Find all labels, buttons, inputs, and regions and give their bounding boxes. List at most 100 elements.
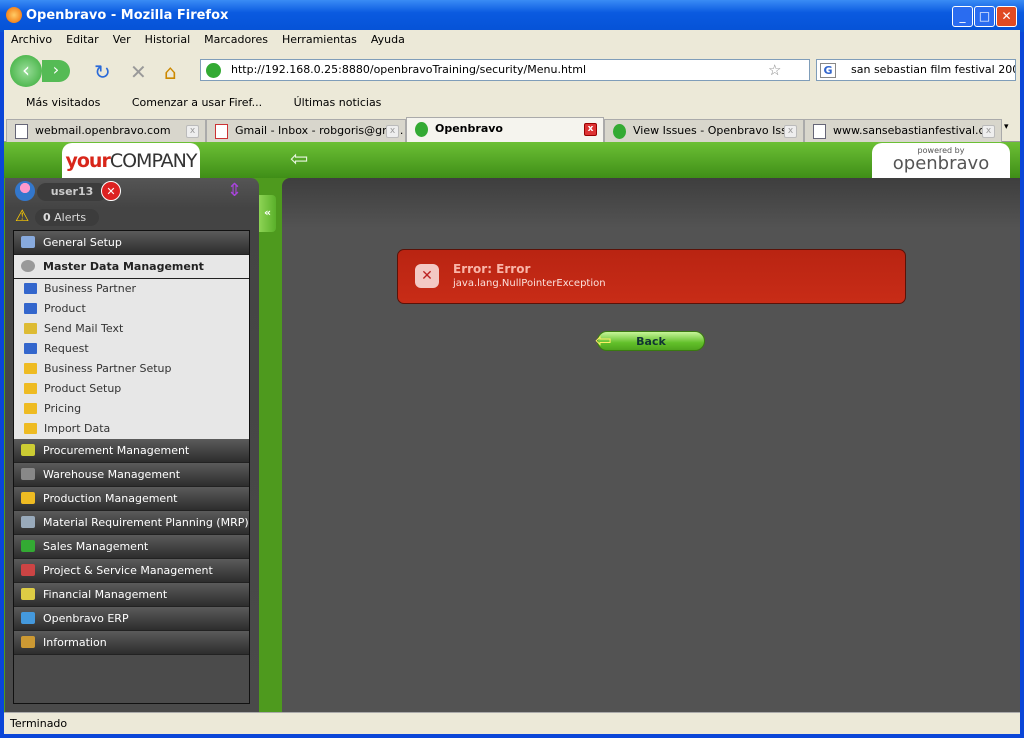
- menu-ayuda[interactable]: Ayuda: [364, 30, 412, 46]
- tab-view-issues[interactable]: View Issues - Openbravo Iss... x: [604, 119, 804, 142]
- openbravo-app: yourCOMPANY ⇦ powered by openbravo user13…: [4, 142, 1020, 712]
- menu-item[interactable]: Send Mail Text: [14, 319, 249, 339]
- computer-settings-icon: [21, 236, 35, 248]
- menu-section-label: Openbravo ERP: [43, 612, 129, 625]
- menu-ver[interactable]: Ver: [106, 30, 138, 46]
- menu-item[interactable]: Business Partner Setup: [14, 359, 249, 379]
- close-tab-icon[interactable]: x: [186, 125, 199, 138]
- menu-section[interactable]: Sales Management: [14, 535, 249, 559]
- warning-icon: ⚠: [15, 206, 30, 225]
- company-logo: yourCOMPANY: [62, 143, 200, 179]
- tab-list-button[interactable]: ▾: [1004, 122, 1009, 132]
- main-content: ✕ Error: Error java.lang.NullPointerExce…: [282, 178, 1020, 712]
- menu-item[interactable]: Request: [14, 339, 249, 359]
- close-tab-icon[interactable]: x: [584, 123, 597, 136]
- folder-icon: [24, 403, 37, 414]
- tab-webmail[interactable]: webmail.openbravo.com x: [6, 119, 206, 142]
- status-bar: Terminado: [4, 712, 1020, 734]
- menu-section[interactable]: Material Requirement Planning (MRP): [14, 511, 249, 535]
- url-input[interactable]: http://192.168.0.25:8880/openbravoTraini…: [200, 59, 810, 81]
- search-input[interactable]: san sebastian film festival 2008: [816, 59, 1016, 81]
- bookmark-ultimas-noticias[interactable]: Últimas noticias: [272, 92, 388, 109]
- menu-section[interactable]: Warehouse Management: [14, 463, 249, 487]
- section-icon: [21, 540, 35, 552]
- back-nav-button[interactable]: ‹: [10, 55, 42, 87]
- menu-item-label: Product: [44, 302, 86, 315]
- expand-collapse-icon[interactable]: ⇕: [227, 180, 242, 201]
- close-tab-icon[interactable]: x: [982, 125, 995, 138]
- menu-item[interactable]: Product: [14, 299, 249, 319]
- menu-section[interactable]: Financial Management: [14, 583, 249, 607]
- menu-item[interactable]: Product Setup: [14, 379, 249, 399]
- section-icon: [21, 492, 35, 504]
- error-title: Error: Error: [453, 262, 531, 276]
- page-icon: [813, 124, 826, 139]
- collapse-panel-button[interactable]: «: [259, 195, 276, 232]
- menu-item-label: Pricing: [44, 402, 82, 415]
- home-icon[interactable]: ⌂: [164, 60, 177, 84]
- menu-section-label: Information: [43, 636, 107, 649]
- menu-section[interactable]: Project & Service Management: [14, 559, 249, 583]
- menu-section-label: Warehouse Management: [43, 468, 181, 481]
- menu-archivo[interactable]: Archivo: [4, 30, 59, 46]
- tab-openbravo[interactable]: Openbravo x: [406, 117, 604, 142]
- menu-item[interactable]: Import Data: [14, 419, 249, 439]
- error-message-box: ✕ Error: Error java.lang.NullPointerExce…: [397, 249, 906, 304]
- menu-section[interactable]: Procurement Management: [14, 439, 249, 463]
- tab-label: Gmail - Inbox - robgoris@gm...: [235, 124, 404, 137]
- menu-section[interactable]: Production Management: [14, 487, 249, 511]
- back-arrow-icon[interactable]: ⇦: [290, 147, 308, 172]
- menu-section-master-data[interactable]: Master Data Management: [14, 255, 249, 279]
- page-icon: [15, 124, 28, 139]
- folder-icon: [24, 423, 37, 434]
- back-arrow-icon[interactable]: ⇦: [595, 328, 612, 352]
- back-button[interactable]: Back: [597, 331, 705, 351]
- reload-icon[interactable]: ↻: [94, 60, 111, 84]
- maximize-button[interactable]: □: [974, 6, 995, 27]
- menu-item-label: Import Data: [44, 422, 111, 435]
- application-menu: General Setup Master Data Management Bus…: [13, 230, 250, 704]
- tab-gmail[interactable]: Gmail - Inbox - robgoris@gm... x: [206, 119, 406, 142]
- close-button[interactable]: ✕: [996, 6, 1017, 27]
- error-message: java.lang.NullPointerException: [453, 278, 606, 289]
- folder-icon: [24, 383, 37, 394]
- alerts-button[interactable]: 0 Alerts: [35, 209, 99, 226]
- menu-bar: Archivo Editar Ver Historial Marcadores Herra…: [4, 30, 1020, 50]
- menu-section-label: Production Management: [43, 492, 178, 505]
- bookmark-star-icon[interactable]: ☆: [768, 61, 781, 79]
- navigation-toolbar: ‹ › ↻ ✕ ⌂ http://192.168.0.25:8880/openb…: [4, 52, 1020, 90]
- menu-section-label: Procurement Management: [43, 444, 190, 457]
- tab-sansebastian[interactable]: www.sansebastianfestival.c... x: [804, 119, 1002, 142]
- minimize-button[interactable]: _: [952, 6, 973, 27]
- section-icon: [21, 588, 35, 600]
- menu-section-label: Sales Management: [43, 540, 149, 553]
- menu-section[interactable]: Information: [14, 631, 249, 655]
- firefox-icon: [6, 7, 22, 23]
- forward-nav-button[interactable]: ›: [42, 60, 70, 82]
- menu-editar[interactable]: Editar: [59, 30, 106, 46]
- stop-icon[interactable]: ✕: [130, 60, 147, 84]
- google-icon[interactable]: G: [820, 63, 836, 78]
- close-tab-icon[interactable]: x: [386, 125, 399, 138]
- menu-item[interactable]: Pricing: [14, 399, 249, 419]
- bookmark-mas-visitados[interactable]: Más visitados: [4, 92, 106, 109]
- logout-button[interactable]: ✕: [101, 181, 121, 201]
- tab-bar: webmail.openbravo.com x Gmail - Inbox - r…: [4, 116, 1020, 142]
- menu-herramientas[interactable]: Herramientas: [275, 30, 364, 46]
- menu-section-general-setup[interactable]: General Setup: [14, 231, 249, 255]
- menu-historial[interactable]: Historial: [138, 30, 197, 46]
- section-icon: [21, 468, 35, 480]
- menu-section[interactable]: Openbravo ERP: [14, 607, 249, 631]
- bookmark-comenzar[interactable]: Comenzar a usar Firef...: [110, 92, 268, 109]
- close-tab-icon[interactable]: x: [784, 125, 797, 138]
- menu-marcadores[interactable]: Marcadores: [197, 30, 275, 46]
- bookmarks-bar: Más visitados Comenzar a usar Firef... Ú…: [4, 92, 1020, 114]
- menu-item-label: Business Partner: [44, 282, 136, 295]
- menu-item-label: Send Mail Text: [44, 322, 124, 335]
- window-icon: [24, 283, 37, 294]
- menu-item[interactable]: Business Partner: [14, 279, 249, 299]
- section-icon: [21, 564, 35, 576]
- menu-section-label: Financial Management: [43, 588, 168, 601]
- tab-label: View Issues - Openbravo Iss...: [633, 124, 798, 137]
- window-icon: [24, 323, 37, 334]
